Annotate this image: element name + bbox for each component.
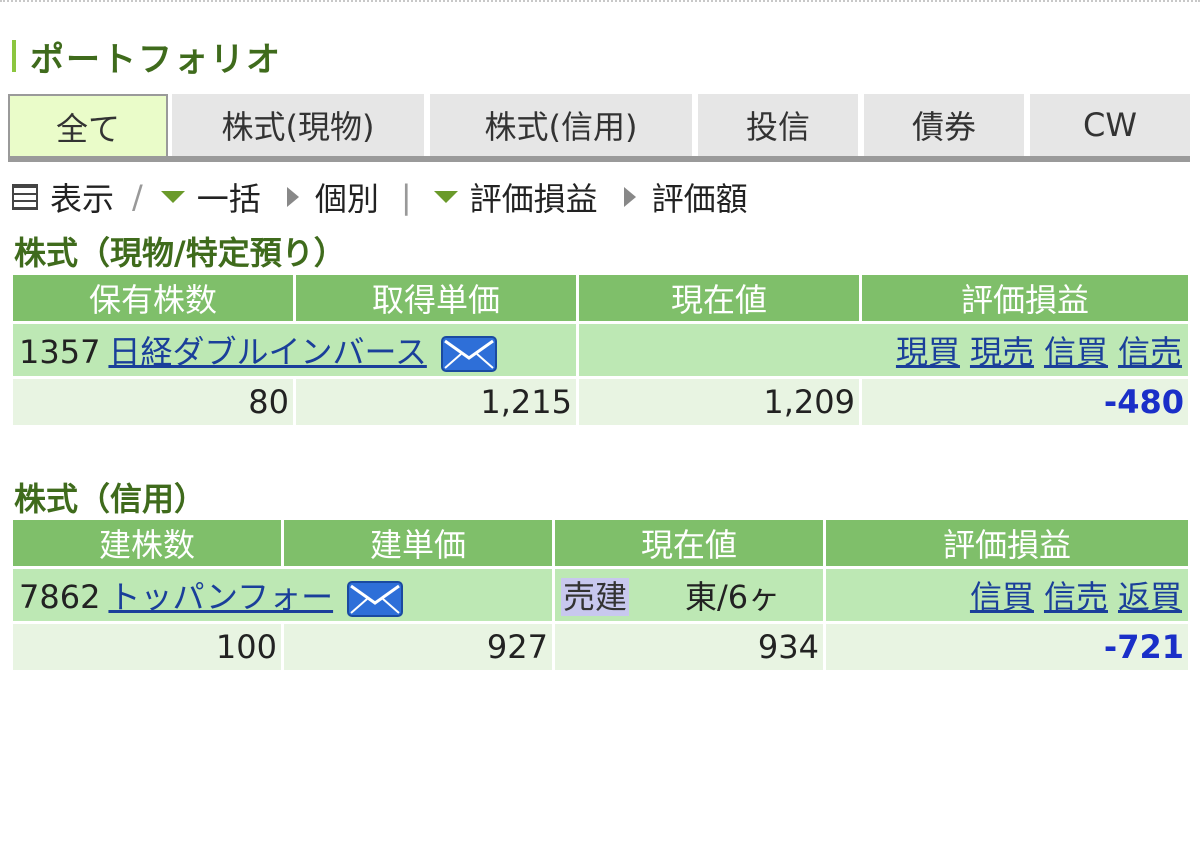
valuation-amount-option[interactable]: 評価額 [623, 174, 748, 220]
col-header-pl: 評価損益 [826, 520, 1188, 566]
position-type-badge: 売建 [561, 578, 630, 616]
triangle-right-icon [286, 187, 299, 207]
tab-bar: 全て 株式(現物) 株式(信用) 投信 債券 CW [8, 94, 1190, 164]
tab-cw[interactable]: CW [1030, 94, 1190, 156]
stock-code: 7862 [19, 578, 101, 616]
mail-icon[interactable] [347, 581, 404, 617]
stock-name-cell: 7862 トッパンフォー [13, 569, 552, 621]
sell-spot-link[interactable]: 現売 [970, 333, 1034, 371]
trade-actions-cell: 現買 現売 信買 信売 [579, 324, 1188, 376]
buy-spot-link[interactable]: 現買 [896, 333, 960, 371]
individual-label: 個別 [314, 180, 379, 218]
holding-values-row: 80 1,215 1,209 -480 [13, 379, 1188, 425]
tab-stock-margin[interactable]: 株式(信用) [430, 94, 692, 156]
triangle-down-icon [433, 191, 458, 203]
stock-name-row: 1357 日経ダブルインバース 現買 現売 信買 信売 [13, 324, 1188, 376]
spot-section-title: 株式（現物/特定預り） [14, 234, 346, 272]
stock-name-link[interactable]: トッパンフォー [108, 578, 333, 616]
tab-cw-label: CW [1083, 106, 1137, 144]
triangle-down-icon [160, 191, 185, 203]
valuation-amount-label: 評価額 [651, 180, 748, 218]
stock-name-row: 7862 トッパンフォー 売建 東/6ヶ 信買 信売 返買 [13, 569, 1188, 621]
col-header-pl: 評価損益 [862, 275, 1188, 321]
holding-values-row: 100 927 934 -721 [13, 624, 1188, 670]
tab-bonds[interactable]: 債券 [864, 94, 1024, 156]
top-dotted-divider [0, 0, 1200, 6]
market-term-text: 東/6ヶ [685, 578, 781, 616]
current-price-value: 1,209 [579, 379, 859, 425]
buy-margin-link[interactable]: 信買 [970, 578, 1034, 616]
col-header-current-price: 現在値 [579, 275, 859, 321]
col-header-current-price: 現在値 [555, 520, 823, 566]
margin-section-title: 株式（信用） [14, 480, 207, 518]
col-header-position-shares: 建株数 [13, 520, 281, 566]
view-options-bar: 表示 / 一括 個別 | 評価損益 評価額 [12, 174, 748, 220]
position-info-cell: 売建 東/6ヶ [555, 569, 823, 621]
avg-price-value: 927 [284, 624, 552, 670]
valuation-pl-option[interactable]: 評価損益 [433, 174, 598, 220]
stock-name-link[interactable]: 日経ダブルインバース [108, 333, 426, 371]
tab-funds[interactable]: 投信 [698, 94, 858, 156]
stock-code: 1357 [19, 333, 101, 371]
shares-value: 80 [13, 379, 293, 425]
current-price-value: 934 [555, 624, 823, 670]
margin-holdings-table: 建株数 建単価 現在値 評価損益 7862 トッパンフォー 売建 東/6ヶ 信買 信売… [10, 517, 1191, 673]
sell-margin-link[interactable]: 信売 [1044, 578, 1108, 616]
shares-value: 100 [13, 624, 281, 670]
stock-name-cell: 1357 日経ダブルインバース [13, 324, 576, 376]
spot-holdings-table: 保有株数 取得単価 現在値 評価損益 1357 日経ダブルインバース 現買 現売 信買… [10, 272, 1191, 428]
page-title: ポートフォリオ [12, 36, 282, 80]
page-title-text: ポートフォリオ [30, 39, 282, 80]
pipe-separator: | [400, 178, 412, 216]
pl-value: -721 [826, 624, 1188, 670]
col-header-shares: 保有株数 [13, 275, 293, 321]
grid-icon [12, 184, 38, 210]
tab-bonds-label: 債券 [911, 108, 976, 146]
tab-all[interactable]: 全て [8, 94, 168, 160]
bulk-label: 一括 [196, 180, 261, 218]
tab-stock-spot[interactable]: 株式(現物) [172, 94, 424, 156]
tab-stock-margin-label: 株式(信用) [484, 108, 638, 146]
display-toggle: 表示 [12, 174, 114, 220]
tab-funds-label: 投信 [745, 108, 810, 146]
col-header-position-price: 建単価 [284, 520, 552, 566]
individual-view-option[interactable]: 個別 [286, 174, 379, 220]
bulk-view-option[interactable]: 一括 [160, 174, 261, 220]
close-buy-link[interactable]: 返買 [1118, 578, 1182, 616]
avg-price-value: 1,215 [296, 379, 576, 425]
pl-value: -480 [862, 379, 1188, 425]
valuation-pl-label: 評価損益 [469, 180, 598, 218]
tab-stock-spot-label: 株式(現物) [221, 108, 375, 146]
title-accent-bar [12, 40, 16, 72]
tab-bar-underline [8, 156, 1190, 162]
slash-separator: / [132, 178, 143, 216]
display-label: 表示 [50, 180, 115, 218]
tab-all-label: 全て [55, 110, 120, 148]
table-header-row: 保有株数 取得単価 現在値 評価損益 [13, 275, 1188, 321]
mail-icon[interactable] [440, 336, 497, 372]
buy-margin-link[interactable]: 信買 [1044, 333, 1108, 371]
triangle-right-icon [623, 187, 636, 207]
col-header-avg-price: 取得単価 [296, 275, 576, 321]
table-header-row: 建株数 建単価 現在値 評価損益 [13, 520, 1188, 566]
sell-margin-link[interactable]: 信売 [1118, 333, 1182, 371]
trade-actions-cell: 信買 信売 返買 [826, 569, 1188, 621]
